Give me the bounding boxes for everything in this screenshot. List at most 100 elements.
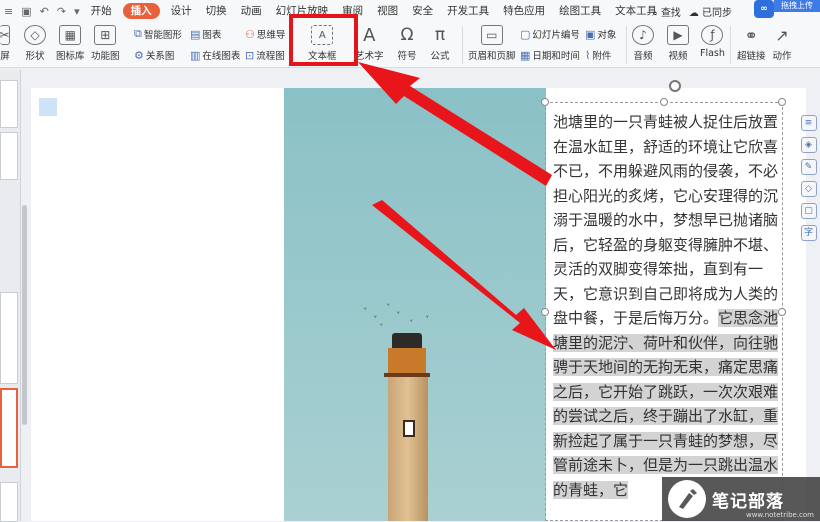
formula-button[interactable]: π 公式 [429, 25, 451, 62]
text-content[interactable]: 池塘里的一只青蛙被人捉住后放置在温水缸里，舒适的环境让它欣喜不已，不用躲避风雨的… [553, 110, 781, 502]
slide-thumbnail[interactable] [0, 482, 18, 522]
slide-canvas[interactable]: ᵛ ᵛ ᵛ ᵛ ᵛ ᵛ ᵛ 池塘里的一只青蛙被人捉住后放置在温水缸里，舒适的环境… [31, 80, 806, 521]
resize-handle[interactable] [541, 98, 549, 106]
lighthouse-photo[interactable]: ᵛ ᵛ ᵛ ᵛ ᵛ ᵛ ᵛ [284, 88, 546, 521]
lighthouse-gallery [388, 348, 426, 376]
slide-thumbnail-pane [0, 70, 21, 522]
bird-icon: ᵛ [397, 310, 400, 318]
tab-home[interactable]: 开始 [84, 0, 119, 22]
slide-thumbnail-active[interactable] [0, 388, 18, 468]
flash-icon: ƒ [701, 25, 724, 45]
art-text-button[interactable]: A 艺术字 [355, 25, 384, 63]
slide-thumbnail[interactable] [0, 132, 18, 180]
action-label: 动作 [772, 51, 792, 62]
action-icon: ↗ [775, 25, 789, 45]
layers-icon[interactable]: ◈ [800, 137, 817, 153]
tab-view[interactable]: 视图 [370, 0, 405, 22]
frame-icon[interactable]: ▢ [800, 203, 817, 219]
tab-animation[interactable]: 动画 [234, 0, 269, 22]
symbol-button[interactable]: Ω 符号 [396, 25, 418, 62]
tab-security[interactable]: 安全 [405, 0, 440, 22]
tab-drawing-tools[interactable]: 绘图工具 [552, 0, 608, 22]
tab-special[interactable]: 特色应用 [496, 0, 552, 22]
shape-button[interactable]: ◇ 形状 [24, 25, 46, 62]
slide-number-label: 幻灯片编号 [532, 30, 580, 41]
hyperlink-label: 超链接 [737, 51, 766, 62]
online-chart-icon: ▥ [190, 48, 201, 62]
smart-shape-label: 智能图形 [143, 30, 182, 41]
resize-handle[interactable] [778, 98, 786, 106]
relation-chart-icon: ⚙ [134, 48, 144, 62]
slide-number-button[interactable]: ▢ 幻灯片编号 [520, 27, 580, 42]
tab-insert[interactable]: 插入 [122, 3, 160, 19]
lighthouse-tower [388, 377, 428, 521]
undo-icon[interactable]: ↶ [40, 5, 49, 18]
placeholder-box[interactable] [39, 98, 57, 116]
app-logo-icon: ∞ [754, 0, 774, 18]
object-label: 对象 [597, 30, 617, 41]
resize-handle[interactable] [541, 308, 549, 316]
icon-library-label: 图标库 [56, 51, 85, 62]
header-footer-label: 页眉和页脚 [468, 51, 516, 62]
audio-button[interactable]: ♪ 音频 [632, 25, 654, 62]
divider [730, 26, 731, 64]
smart-shape-button[interactable]: ⧉ 智能图形 [134, 27, 182, 41]
dropdown-icon[interactable]: ▾ [74, 5, 80, 18]
edit-icon[interactable]: ✎ [800, 159, 817, 175]
text-paragraph: 池塘里的一只青蛙被人捉住后放置在温水缸里，舒适的环境让它欣喜不已，不用躲避风雨的… [553, 113, 779, 327]
attachment-button[interactable]: ⌇ 附件 [585, 48, 611, 63]
flowchart-label: 流程图 [256, 51, 285, 62]
video-label: 视频 [668, 51, 688, 62]
icon-library-icon: ▦ [59, 25, 82, 45]
action-button[interactable]: ↗ 动作 [771, 25, 793, 63]
bird-icon: ᵛ [364, 306, 367, 314]
relation-chart-button[interactable]: ⚙ 关系图 [134, 48, 174, 63]
mind-map-button[interactable]: ⚇ 思维导 [245, 27, 285, 42]
datetime-label: 日期和时间 [532, 51, 580, 62]
right-tool-strip: ≡ ◈ ✎ ◇ ▢ 字 [799, 115, 818, 295]
search-button[interactable]: ⌕ 查找 [652, 4, 681, 19]
online-chart-label: 在线图表 [202, 51, 241, 62]
tab-transition[interactable]: 切换 [199, 0, 234, 22]
flowchart-icon: ⊡ [245, 48, 255, 62]
save-icon[interactable]: ▣ [21, 5, 31, 18]
function-chart-button[interactable]: ⊞ 功能图 [91, 25, 120, 62]
menu-icon[interactable]: ≡ [4, 5, 13, 18]
object-button[interactable]: ▣ 对象 [585, 27, 617, 42]
video-button[interactable]: ▶ 视频 [667, 25, 689, 62]
thumbnail-scrollbar[interactable] [22, 205, 27, 425]
rotate-handle-icon[interactable] [669, 80, 681, 92]
shape-fill-icon[interactable]: ◇ [800, 181, 817, 197]
mind-map-icon: ⚇ [245, 27, 255, 41]
font-icon[interactable]: 字 [800, 225, 817, 241]
audio-label: 音频 [633, 51, 653, 62]
redo-icon[interactable]: ↷ [57, 5, 66, 18]
text-style-icon[interactable]: ≡ [800, 115, 817, 131]
flowchart-button[interactable]: ⊡ 流程图 [245, 48, 285, 63]
datetime-button[interactable]: ▦ 日期和时间 [520, 48, 580, 63]
header-footer-icon: ▭ [480, 25, 503, 45]
header-footer-button[interactable]: ▭ 页眉和页脚 [468, 25, 516, 62]
resize-handle[interactable] [660, 98, 668, 106]
slide-thumbnail[interactable] [0, 292, 18, 384]
watermark-title: 笔记部落 [712, 491, 784, 512]
upload-button[interactable]: 拖拽上传 [774, 0, 820, 12]
tab-developer[interactable]: 开发工具 [440, 0, 496, 22]
sync-status[interactable]: ☁ 已同步 [689, 4, 732, 19]
icon-library-button[interactable]: ▦ 图标库 [56, 25, 85, 62]
menubar-right: ⌕ 查找 ☁ 已同步 [652, 0, 740, 22]
video-icon: ▶ [667, 25, 689, 45]
slide-number-icon: ▢ [520, 27, 531, 41]
flash-button[interactable]: ƒ Flash [700, 25, 725, 59]
shape-label: 形状 [25, 51, 45, 62]
tab-design[interactable]: 设计 [164, 0, 199, 22]
screenshot-button[interactable]: ✂ 屏 [0, 25, 10, 62]
chart-button[interactable]: ▤ 图表 [190, 27, 221, 42]
hyperlink-button[interactable]: ⚭ 超链接 [737, 25, 766, 63]
flash-label: Flash [700, 48, 725, 59]
function-chart-label: 功能图 [91, 51, 120, 62]
slide-thumbnail[interactable] [0, 80, 18, 128]
online-chart-button[interactable]: ▥ 在线图表 [190, 48, 241, 63]
screenshot-label: 屏 [0, 51, 10, 62]
selected-text: 它思念池塘里的泥泞、荷叶和伙伴，向往驰骋于天地间的无拘无束，痛定思痛之后，它开始… [553, 309, 779, 499]
